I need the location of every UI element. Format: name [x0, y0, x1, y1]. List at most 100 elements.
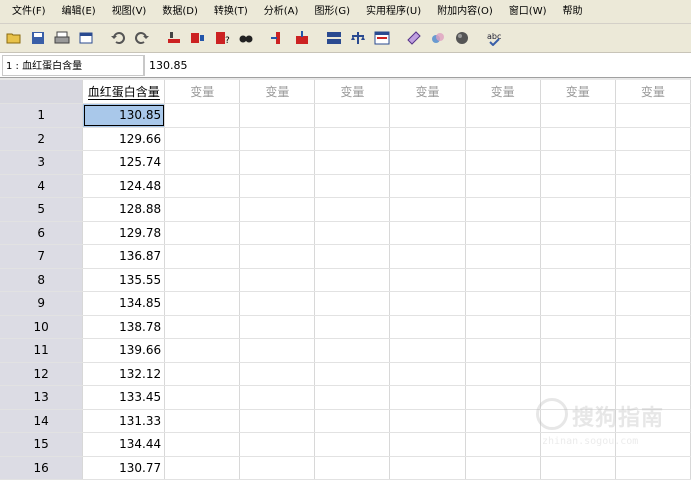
dialog-recall-button[interactable]: [76, 28, 96, 48]
row-number[interactable]: 13: [0, 385, 84, 410]
empty-cell[interactable]: [465, 385, 541, 410]
empty-cell[interactable]: [314, 244, 391, 269]
data-cell[interactable]: 125.74: [82, 150, 166, 175]
empty-cell[interactable]: [465, 315, 541, 339]
row-number[interactable]: 9: [0, 291, 84, 316]
empty-cell[interactable]: [164, 385, 241, 410]
menu-item-3[interactable]: 数据(D): [154, 0, 206, 24]
data-cell[interactable]: 129.78: [82, 221, 166, 245]
empty-cell[interactable]: [389, 432, 466, 457]
goto-case-button[interactable]: [164, 28, 184, 48]
empty-cell[interactable]: [314, 221, 391, 245]
column-header-var-1[interactable]: 变量: [164, 80, 241, 104]
empty-cell[interactable]: [389, 244, 466, 269]
empty-cell[interactable]: [164, 432, 241, 457]
empty-cell[interactable]: [615, 103, 691, 128]
empty-cell[interactable]: [540, 291, 616, 316]
menu-item-5[interactable]: 分析(A): [256, 0, 307, 24]
empty-cell[interactable]: [314, 385, 391, 410]
column-header-var-3[interactable]: 变量: [314, 80, 391, 104]
grid-corner[interactable]: [0, 80, 84, 104]
empty-cell[interactable]: [465, 268, 541, 292]
empty-cell[interactable]: [465, 174, 541, 198]
empty-cell[interactable]: [540, 150, 616, 175]
undo-button[interactable]: [108, 28, 128, 48]
empty-cell[interactable]: [465, 127, 541, 151]
menu-item-0[interactable]: 文件(F): [4, 0, 54, 24]
spelling-button[interactable]: abc: [484, 28, 504, 48]
empty-cell[interactable]: [540, 338, 616, 363]
empty-cell[interactable]: [314, 315, 391, 339]
empty-cell[interactable]: [314, 409, 391, 433]
empty-cell[interactable]: [615, 268, 691, 292]
empty-cell[interactable]: [389, 385, 466, 410]
empty-cell[interactable]: [615, 338, 691, 363]
empty-cell[interactable]: [465, 362, 541, 386]
data-cell[interactable]: 132.12: [82, 362, 166, 386]
empty-cell[interactable]: [540, 127, 616, 151]
empty-cell[interactable]: [164, 174, 241, 198]
data-cell[interactable]: 134.44: [82, 432, 166, 457]
data-cell[interactable]: 130.85: [82, 103, 166, 128]
empty-cell[interactable]: [239, 150, 316, 175]
data-cell[interactable]: 133.45: [82, 385, 166, 410]
empty-cell[interactable]: [465, 197, 541, 222]
menu-item-7[interactable]: 实用程序(U): [358, 0, 429, 24]
empty-cell[interactable]: [615, 291, 691, 316]
empty-cell[interactable]: [239, 244, 316, 269]
row-number[interactable]: 12: [0, 362, 84, 386]
split-file-button[interactable]: [324, 28, 344, 48]
empty-cell[interactable]: [389, 150, 466, 175]
empty-cell[interactable]: [389, 362, 466, 386]
empty-cell[interactable]: [314, 103, 391, 128]
empty-cell[interactable]: [239, 127, 316, 151]
insert-case-button[interactable]: [268, 28, 288, 48]
empty-cell[interactable]: [164, 150, 241, 175]
save-button[interactable]: [28, 28, 48, 48]
empty-cell[interactable]: [389, 456, 466, 480]
column-header-var-2[interactable]: 变量: [239, 80, 316, 104]
empty-cell[interactable]: [314, 268, 391, 292]
empty-cell[interactable]: [239, 315, 316, 339]
empty-cell[interactable]: [465, 244, 541, 269]
empty-cell[interactable]: [239, 221, 316, 245]
select-cases-button[interactable]: [372, 28, 392, 48]
empty-cell[interactable]: [239, 456, 316, 480]
empty-cell[interactable]: [465, 338, 541, 363]
empty-cell[interactable]: [164, 362, 241, 386]
empty-cell[interactable]: [615, 150, 691, 175]
value-labels-button[interactable]: [404, 28, 424, 48]
empty-cell[interactable]: [164, 268, 241, 292]
empty-cell[interactable]: [540, 315, 616, 339]
empty-cell[interactable]: [239, 268, 316, 292]
data-cell[interactable]: 136.87: [82, 244, 166, 269]
data-cell[interactable]: 130.77: [82, 456, 166, 480]
empty-cell[interactable]: [540, 456, 616, 480]
empty-cell[interactable]: [540, 244, 616, 269]
empty-cell[interactable]: [615, 244, 691, 269]
empty-cell[interactable]: [540, 221, 616, 245]
empty-cell[interactable]: [314, 338, 391, 363]
empty-cell[interactable]: [615, 174, 691, 198]
data-cell[interactable]: 131.33: [82, 409, 166, 433]
row-number[interactable]: 7: [0, 244, 84, 269]
open-folder-button[interactable]: [4, 28, 24, 48]
use-sets-button[interactable]: [428, 28, 448, 48]
row-number[interactable]: 15: [0, 432, 84, 457]
data-cell[interactable]: 129.66: [82, 127, 166, 151]
empty-cell[interactable]: [164, 291, 241, 316]
empty-cell[interactable]: [389, 315, 466, 339]
data-cell[interactable]: 138.78: [82, 315, 166, 339]
empty-cell[interactable]: [465, 409, 541, 433]
empty-cell[interactable]: [239, 197, 316, 222]
show-all-variables-button[interactable]: [452, 28, 472, 48]
weight-cases-button[interactable]: [348, 28, 368, 48]
column-header-var-4[interactable]: 变量: [389, 80, 466, 104]
empty-cell[interactable]: [389, 338, 466, 363]
empty-cell[interactable]: [314, 197, 391, 222]
empty-cell[interactable]: [389, 103, 466, 128]
menu-item-10[interactable]: 帮助: [555, 0, 591, 24]
insert-variable-button[interactable]: [292, 28, 312, 48]
empty-cell[interactable]: [164, 338, 241, 363]
data-cell[interactable]: 135.55: [82, 268, 166, 292]
